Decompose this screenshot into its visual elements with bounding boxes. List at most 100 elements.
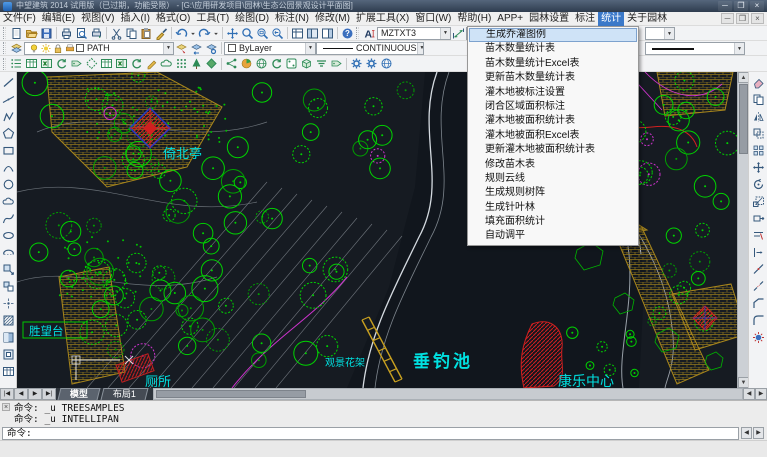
tab-nav-icon[interactable]: |◀ <box>0 388 14 400</box>
refresh-icon[interactable] <box>129 57 144 70</box>
command-scrollbar[interactable]: ◀ ▶ <box>741 427 765 440</box>
menu-关于园林[interactable]: 关于园林 <box>624 12 670 26</box>
move-icon[interactable] <box>751 159 766 176</box>
child-restore-icon[interactable]: ❐ <box>736 13 749 24</box>
chamfer-icon[interactable] <box>751 295 766 312</box>
zoomprev-icon[interactable] <box>270 27 285 40</box>
cube-icon[interactable] <box>299 57 314 70</box>
horizontal-scrollbar[interactable] <box>153 388 743 400</box>
pie-icon[interactable] <box>239 57 254 70</box>
layer-manager-icon[interactable] <box>9 42 24 55</box>
refresh-icon[interactable] <box>269 57 284 70</box>
dropdown-item[interactable]: 生成乔灌图例 <box>469 28 637 42</box>
dropdown-item[interactable]: 灌木地被面积Excel表 <box>469 129 637 143</box>
insblock-icon[interactable] <box>1 261 16 278</box>
open-icon[interactable] <box>24 27 39 40</box>
menu-文件(F)[interactable]: 文件(F) <box>0 12 39 26</box>
child-close-icon[interactable]: × <box>751 13 764 24</box>
chevron-down-icon[interactable]: ▼ <box>664 28 674 39</box>
gearB-icon[interactable] <box>364 57 379 70</box>
chevron-down-icon[interactable]: ▼ <box>734 43 744 54</box>
tag-icon[interactable] <box>69 57 84 70</box>
zoomwin-icon[interactable] <box>255 27 270 40</box>
toolbar-grip[interactable] <box>3 42 6 54</box>
mtable-icon[interactable] <box>1 363 16 380</box>
excel-icon[interactable] <box>39 57 54 70</box>
point-icon[interactable] <box>1 295 16 312</box>
lineweight-combo[interactable]: ▼ <box>645 42 745 55</box>
command-input[interactable]: 命令: <box>2 427 739 440</box>
scroll-left-icon[interactable]: ◀ <box>741 427 752 439</box>
pan-icon[interactable] <box>225 27 240 40</box>
dice-icon[interactable] <box>284 57 299 70</box>
dropdown-item[interactable]: 苗木数量统计Excel表 <box>469 57 637 71</box>
layer-lock-icon[interactable] <box>52 42 64 55</box>
drop-icon[interactable] <box>212 27 220 40</box>
tab-布局1[interactable]: 布局1 <box>101 388 149 400</box>
menu-编辑(E)[interactable]: 编辑(E) <box>39 12 78 26</box>
vertical-scrollbar[interactable]: ▲ ▼ <box>737 72 748 388</box>
trim-icon[interactable] <box>751 227 766 244</box>
mirror-icon[interactable] <box>751 108 766 125</box>
redo-icon[interactable] <box>197 27 212 40</box>
explode-icon[interactable] <box>751 329 766 346</box>
mkblock-icon[interactable] <box>1 278 16 295</box>
share-icon[interactable] <box>224 57 239 70</box>
array-icon[interactable] <box>751 142 766 159</box>
line-icon[interactable] <box>1 74 16 91</box>
fillet-icon[interactable] <box>751 312 766 329</box>
copy-icon[interactable] <box>751 91 766 108</box>
dropdown-item[interactable]: 更新苗木数量统计表 <box>469 71 637 85</box>
matchprop-icon[interactable] <box>154 27 169 40</box>
layer-freeze-icon[interactable] <box>40 42 52 55</box>
copy-icon[interactable] <box>124 27 139 40</box>
xline-icon[interactable] <box>1 91 16 108</box>
dropdown-item[interactable]: 生成针叶林 <box>469 201 637 215</box>
fill-icon[interactable] <box>204 57 219 70</box>
dropdown-item[interactable]: 苗木数量统计表 <box>469 42 637 56</box>
globe-icon[interactable] <box>254 57 269 70</box>
menu-APP+[interactable]: APP+ <box>494 12 526 26</box>
close-icon[interactable]: × <box>750 1 764 11</box>
pline-icon[interactable] <box>1 108 16 125</box>
excel-icon[interactable] <box>114 57 129 70</box>
dropdown-item[interactable]: 生成规则树阵 <box>469 186 637 200</box>
child-minimize-icon[interactable]: ─ <box>721 13 734 24</box>
menu-格式(O)[interactable]: 格式(O) <box>153 12 193 26</box>
text-style-combo[interactable]: MZTXT3 ▼ <box>377 27 451 40</box>
layer-combo[interactable]: PATH ▼ <box>24 42 174 55</box>
gearB-icon[interactable] <box>349 57 364 70</box>
scrollbar-thumb[interactable] <box>156 390 306 398</box>
breakpt-icon[interactable] <box>751 261 766 278</box>
scroll-arrow-icon[interactable]: ◀ <box>743 388 755 400</box>
chevron-down-icon[interactable]: ▼ <box>417 43 425 54</box>
layer-states-icon[interactable] <box>204 42 219 55</box>
scale-icon[interactable] <box>751 193 766 210</box>
earc-icon[interactable] <box>1 244 16 261</box>
help-icon[interactable]: ? <box>340 27 355 40</box>
circle-icon[interactable] <box>1 176 16 193</box>
drop-icon[interactable] <box>189 27 197 40</box>
table-icon[interactable] <box>24 57 39 70</box>
palette-icon[interactable] <box>320 27 335 40</box>
arc-icon[interactable] <box>1 159 16 176</box>
zoom-icon[interactable] <box>240 27 255 40</box>
menu-视图(V)[interactable]: 视图(V) <box>78 12 117 26</box>
chevron-down-icon[interactable]: ▼ <box>440 28 450 39</box>
revcloud-icon[interactable] <box>1 193 16 210</box>
arealbl-icon[interactable] <box>84 57 99 70</box>
menu-窗口(W)[interactable]: 窗口(W) <box>412 12 454 26</box>
minimize-icon[interactable]: ─ <box>718 1 732 11</box>
menu-修改(M)[interactable]: 修改(M) <box>312 12 353 26</box>
dropdown-item[interactable]: 灌木地被标注设置 <box>469 86 637 100</box>
rect-icon[interactable] <box>1 142 16 159</box>
offset-icon[interactable] <box>751 125 766 142</box>
layer-previous-icon[interactable] <box>189 42 204 55</box>
extra-combo[interactable]: ▼ <box>645 27 675 40</box>
chevron-down-icon[interactable]: ▼ <box>163 43 173 54</box>
tab-模型[interactable]: 模型 <box>58 388 101 400</box>
props-icon[interactable] <box>290 27 305 40</box>
new-icon[interactable] <box>9 27 24 40</box>
layer-plot-icon[interactable] <box>64 42 76 55</box>
menu-插入(I)[interactable]: 插入(I) <box>117 12 152 26</box>
